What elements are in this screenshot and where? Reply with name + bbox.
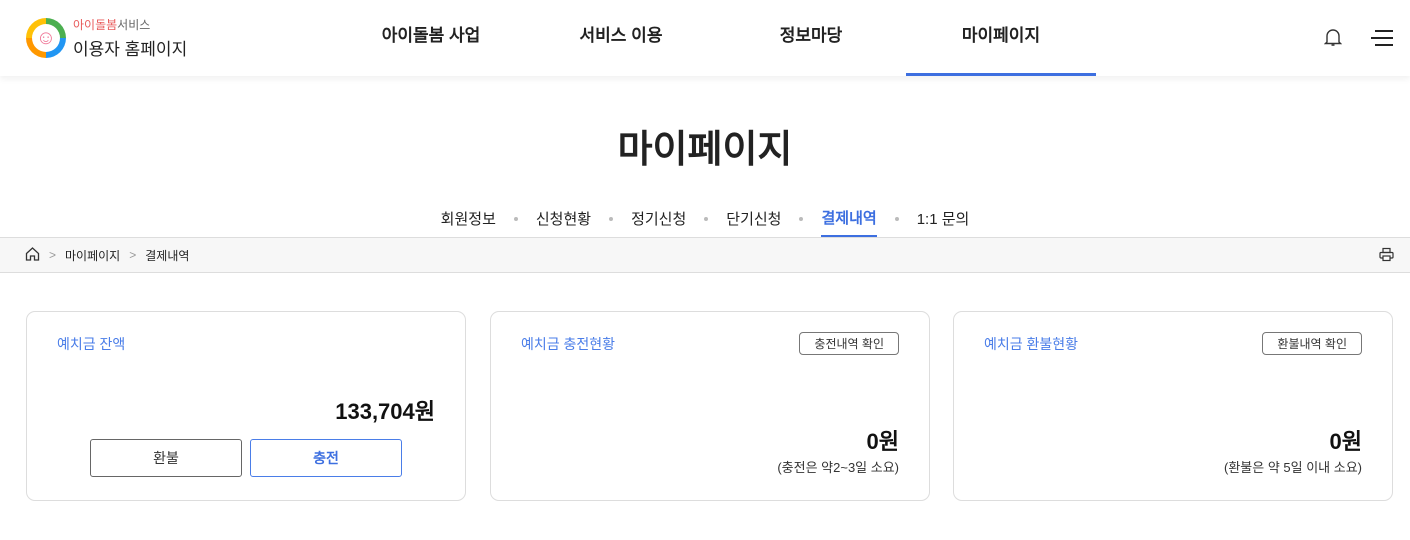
tab-regular-application[interactable]: 정기신청 <box>631 208 686 236</box>
smile-logo-icon: ☺ <box>26 18 66 58</box>
tab-payment-history[interactable]: 결제내역 <box>821 207 877 237</box>
refund-note: (환불은 약 5일 이내 소요) <box>1224 460 1362 475</box>
charge-amount: 0원 <box>866 429 899 454</box>
breadcrumb-payment: 결제내역 <box>145 248 190 263</box>
tab-application-status[interactable]: 신청현황 <box>536 208 591 236</box>
logo-title: 이용자 홈페이지 <box>73 40 188 59</box>
page-title: 마이페이지 <box>617 129 793 171</box>
tab-inquiry[interactable]: 1:1 문의 <box>917 208 970 236</box>
card-title: 예치금 잔액 <box>57 336 126 352</box>
home-icon[interactable] <box>25 246 40 264</box>
charge-note: (충전은 약2~3일 소요) <box>777 460 899 475</box>
main-nav: 아이돌봄 사업 서비스 이용 정보마당 마이페이지 <box>336 0 1096 76</box>
nav-service-use[interactable]: 서비스 이용 <box>526 0 716 76</box>
logo-subtitle: 아이돌봄서비스 <box>73 18 151 32</box>
nav-info[interactable]: 정보마당 <box>716 0 906 76</box>
charge-button[interactable]: 충전 <box>250 439 402 477</box>
refund-amount: 0원 <box>1329 429 1362 454</box>
charge-status-card: 예치금 충전현황 충전내역 확인 0원 (충전은 약2~3일 소요) <box>490 311 930 501</box>
refund-history-button[interactable]: 환불내역 확인 <box>1262 332 1362 355</box>
breadcrumb-mypage[interactable]: 마이페이지 <box>65 247 120 264</box>
bell-icon[interactable] <box>1323 27 1343 52</box>
card-title: 예치금 충전현황 <box>521 336 616 352</box>
refund-status-card: 예치금 환불현황 환불내역 확인 0원 (환불은 약 5일 이내 소요) <box>953 311 1393 501</box>
breadcrumb: > 마이페이지 > 결제내역 <box>0 237 1410 273</box>
charge-history-button[interactable]: 충전내역 확인 <box>799 332 899 355</box>
nav-mypage[interactable]: 마이페이지 <box>906 0 1096 76</box>
header: ☺ 아이돌봄서비스 이용자 홈페이지 아이돌봄 사업 서비스 이용 정보마당 마… <box>0 0 1410 76</box>
balance-card: 예치금 잔액 133,704원 환불 충전 <box>26 311 466 501</box>
balance-amount: 133,704원 <box>335 399 435 424</box>
card-title: 예치금 환불현황 <box>984 336 1079 352</box>
print-icon[interactable] <box>1379 247 1394 265</box>
mypage-tabs: 회원정보 신청현황 정기신청 단기신청 결제내역 1:1 문의 <box>0 207 1410 237</box>
refund-button[interactable]: 환불 <box>90 439 242 477</box>
tab-short-application[interactable]: 단기신청 <box>726 208 781 236</box>
logo[interactable]: ☺ 아이돌봄서비스 이용자 홈페이지 <box>26 16 187 60</box>
nav-childcare-business[interactable]: 아이돌봄 사업 <box>336 0 526 76</box>
tab-member-info[interactable]: 회원정보 <box>441 208 496 236</box>
hamburger-menu-icon[interactable] <box>1371 29 1395 52</box>
